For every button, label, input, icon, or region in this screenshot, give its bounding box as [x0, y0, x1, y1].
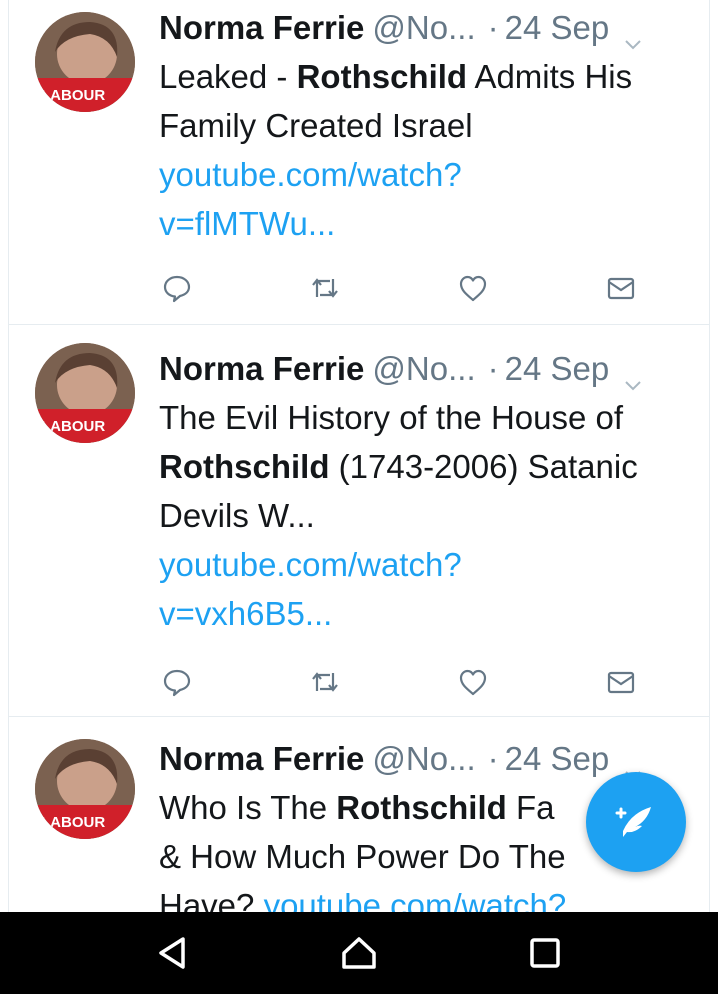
heart-icon[interactable] [455, 270, 491, 306]
author-handle[interactable]: @No... [372, 740, 475, 778]
tweet-header: Norma Ferrie @No... · 24 Sep [159, 345, 689, 393]
back-triangle-icon[interactable] [143, 923, 203, 983]
tweet[interactable]: LABOUR Norma Ferrie @No... · 24 Sep Leak… [9, 0, 709, 325]
chevron-down-icon[interactable] [623, 21, 643, 50]
tweet-text-part: & How Much Power Do The [159, 838, 566, 875]
author-handle[interactable]: @No... [372, 350, 475, 388]
tweet-date[interactable]: 24 Sep [505, 350, 610, 388]
tweet-actions [159, 664, 639, 700]
author-name[interactable]: Norma Ferrie [159, 350, 364, 388]
retweet-icon[interactable] [307, 270, 343, 306]
author-name[interactable]: Norma Ferrie [159, 740, 364, 778]
tweet-content: Norma Ferrie @No... · 24 Sep Leaked - Ro… [159, 4, 689, 248]
tweet-link[interactable]: youtube.com/watch? v=vxh6B5... [159, 546, 462, 632]
chevron-down-icon[interactable] [623, 362, 643, 391]
tweet-text-bold[interactable]: Rothschild [159, 448, 330, 485]
tweet-text-part: Who Is The [159, 789, 337, 826]
tweet-link[interactable]: youtube.com/watch? [264, 887, 567, 912]
tweet-actions [159, 270, 639, 306]
envelope-icon[interactable] [603, 270, 639, 306]
home-icon[interactable] [329, 923, 389, 983]
tweet-date[interactable]: 24 Sep [505, 740, 610, 778]
reply-icon[interactable] [159, 270, 195, 306]
author-handle[interactable]: @No... [372, 9, 475, 47]
heart-icon[interactable] [455, 664, 491, 700]
tweet-text-bold[interactable]: Rothschild [297, 58, 468, 95]
tweet-link[interactable]: youtube.com/watch? v=flMTWu... [159, 156, 462, 242]
avatar-badge: LABOUR [41, 814, 105, 831]
tweet[interactable]: LABOUR Norma Ferrie @No... · 24 Sep The … [9, 325, 709, 717]
tweet-text: Leaked - Rothschild Admits His Family Cr… [159, 52, 689, 248]
separator-dot: · [487, 350, 499, 387]
separator-dot: · [487, 9, 499, 46]
avatar[interactable]: LABOUR [35, 12, 135, 112]
tweet-date[interactable]: 24 Sep [505, 9, 610, 47]
avatar-badge: LABOUR [41, 87, 105, 104]
tweet-text-bold[interactable]: Rothschild [336, 789, 507, 826]
recents-square-icon[interactable] [515, 923, 575, 983]
author-name[interactable]: Norma Ferrie [159, 9, 364, 47]
system-navigation-bar [0, 912, 718, 994]
tweet-header: Norma Ferrie @No... · 24 Sep [159, 4, 689, 52]
tweet-text: The Evil History of the House of Rothsch… [159, 393, 689, 638]
tweet-text-part: Fa [506, 789, 555, 826]
tweet-text-part: Leaked - [159, 58, 297, 95]
avatar-badge: LABOUR [41, 418, 105, 435]
tweet-text-part: The Evil History of the House of [159, 399, 624, 436]
tweet-header: Norma Ferrie @No... · 24 Sep [159, 735, 689, 783]
tweet-content: Norma Ferrie @No... · 24 Sep The Evil Hi… [159, 345, 689, 638]
tweet-text-part: Have? [159, 887, 264, 912]
compose-button[interactable] [586, 772, 686, 872]
avatar[interactable]: LABOUR [35, 739, 135, 839]
envelope-icon[interactable] [603, 664, 639, 700]
tweet-feed[interactable]: LABOUR Norma Ferrie @No... · 24 Sep Leak… [8, 0, 710, 912]
avatar[interactable]: LABOUR [35, 343, 135, 443]
retweet-icon[interactable] [307, 664, 343, 700]
chevron-down-icon[interactable] [623, 752, 643, 781]
compose-tweet-icon [615, 807, 651, 837]
reply-icon[interactable] [159, 664, 195, 700]
separator-dot: · [487, 740, 499, 777]
